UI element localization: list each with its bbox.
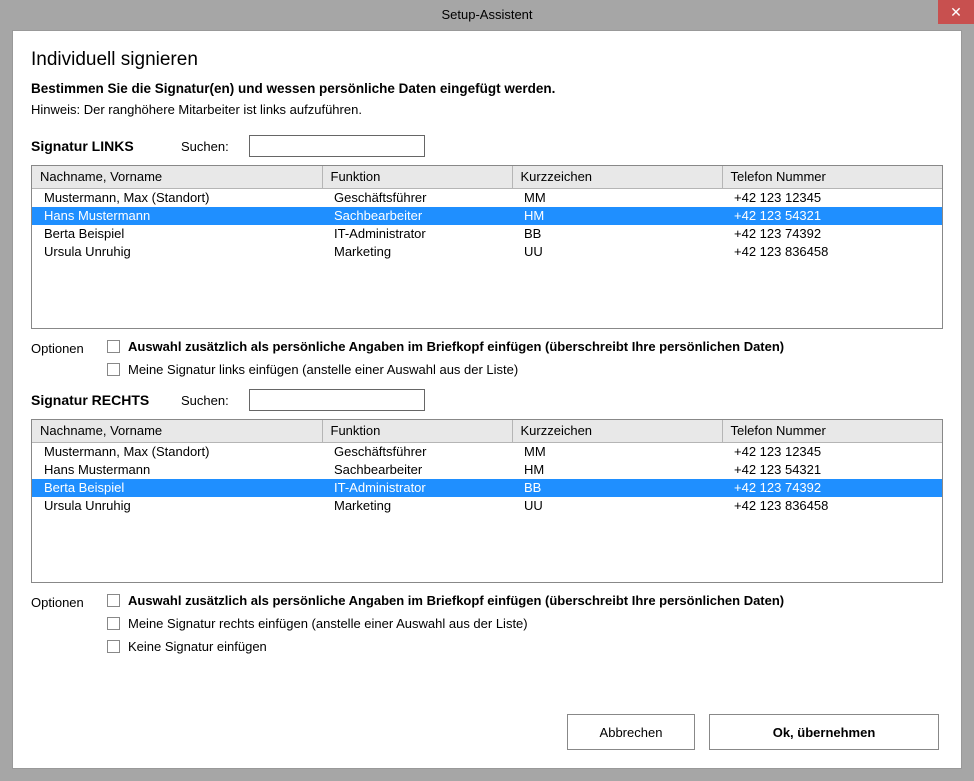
table-cell-name: Mustermann, Max (Standort) bbox=[32, 188, 322, 207]
dialog-panel: Individuell signieren Bestimmen Sie die … bbox=[12, 30, 962, 769]
section-header-left: Signatur LINKS Suchen: bbox=[31, 135, 943, 157]
table-cell-func: IT-Administrator bbox=[322, 479, 512, 497]
table-cell-func: Geschäftsführer bbox=[322, 442, 512, 461]
option-checkbox[interactable] bbox=[107, 340, 120, 353]
search-label-right: Suchen: bbox=[181, 393, 229, 408]
table-cell-name: Berta Beispiel bbox=[32, 225, 322, 243]
table-cell-name: Berta Beispiel bbox=[32, 479, 322, 497]
table-cell-kurz: HM bbox=[512, 207, 722, 225]
option-row[interactable]: Meine Signatur rechts einfügen (anstelle… bbox=[107, 616, 784, 631]
col-header-name[interactable]: Nachname, Vorname bbox=[32, 166, 322, 188]
table-row[interactable]: Hans MustermannSachbearbeiterHM+42 123 5… bbox=[32, 461, 942, 479]
table-cell-name: Mustermann, Max (Standort) bbox=[32, 442, 322, 461]
table-cell-tel: +42 123 836458 bbox=[722, 497, 942, 515]
table-cell-tel: +42 123 54321 bbox=[722, 461, 942, 479]
table-row[interactable]: Mustermann, Max (Standort)Geschäftsführe… bbox=[32, 442, 942, 461]
table-cell-kurz: HM bbox=[512, 461, 722, 479]
options-list-left: Auswahl zusätzlich als persönliche Angab… bbox=[107, 339, 784, 377]
ok-button[interactable]: Ok, übernehmen bbox=[709, 714, 939, 750]
search-input-left[interactable] bbox=[249, 135, 425, 157]
table-cell-func: IT-Administrator bbox=[322, 225, 512, 243]
titlebar: Setup-Assistent ✕ bbox=[0, 0, 974, 28]
col-header-kurz[interactable]: Kurzzeichen bbox=[512, 166, 722, 188]
option-row[interactable]: Auswahl zusätzlich als persönliche Angab… bbox=[107, 339, 784, 354]
table-row[interactable]: Hans MustermannSachbearbeiterHM+42 123 5… bbox=[32, 207, 942, 225]
table-cell-kurz: UU bbox=[512, 243, 722, 261]
options-block-left: Optionen Auswahl zusätzlich als persönli… bbox=[31, 339, 943, 377]
table-cell-kurz: MM bbox=[512, 442, 722, 461]
table-cell-tel: +42 123 54321 bbox=[722, 207, 942, 225]
options-list-right: Auswahl zusätzlich als persönliche Angab… bbox=[107, 593, 784, 654]
option-label: Keine Signatur einfügen bbox=[128, 639, 267, 654]
section-title-left: Signatur LINKS bbox=[31, 138, 161, 154]
table-cell-name: Hans Mustermann bbox=[32, 207, 322, 225]
table-left: Nachname, Vorname Funktion Kurzzeichen T… bbox=[32, 166, 942, 261]
table-cell-kurz: BB bbox=[512, 479, 722, 497]
table-row[interactable]: Ursula UnruhigMarketingUU+42 123 836458 bbox=[32, 497, 942, 515]
table-row[interactable]: Ursula UnruhigMarketingUU+42 123 836458 bbox=[32, 243, 942, 261]
table-cell-name: Hans Mustermann bbox=[32, 461, 322, 479]
option-checkbox[interactable] bbox=[107, 594, 120, 607]
option-checkbox[interactable] bbox=[107, 363, 120, 376]
col-header-name[interactable]: Nachname, Vorname bbox=[32, 420, 322, 442]
table-cell-tel: +42 123 74392 bbox=[722, 225, 942, 243]
options-label-left: Optionen bbox=[31, 339, 91, 377]
table-cell-kurz: UU bbox=[512, 497, 722, 515]
page-title: Individuell signieren bbox=[31, 49, 943, 71]
table-right: Nachname, Vorname Funktion Kurzzeichen T… bbox=[32, 420, 942, 515]
table-cell-func: Marketing bbox=[322, 497, 512, 515]
col-header-tel[interactable]: Telefon Nummer bbox=[722, 166, 942, 188]
table-cell-tel: +42 123 12345 bbox=[722, 442, 942, 461]
button-row: Abbrechen Ok, übernehmen bbox=[567, 714, 939, 750]
table-header-row: Nachname, Vorname Funktion Kurzzeichen T… bbox=[32, 166, 942, 188]
option-row[interactable]: Meine Signatur links einfügen (anstelle … bbox=[107, 362, 784, 377]
table-cell-tel: +42 123 836458 bbox=[722, 243, 942, 261]
search-label-left: Suchen: bbox=[181, 139, 229, 154]
option-checkbox[interactable] bbox=[107, 640, 120, 653]
table-left-container: Nachname, Vorname Funktion Kurzzeichen T… bbox=[31, 165, 943, 329]
option-label: Meine Signatur rechts einfügen (anstelle… bbox=[128, 616, 528, 631]
option-label: Meine Signatur links einfügen (anstelle … bbox=[128, 362, 518, 377]
col-header-tel[interactable]: Telefon Nummer bbox=[722, 420, 942, 442]
page-hint: Hinweis: Der ranghöhere Mitarbeiter ist … bbox=[31, 102, 943, 117]
close-button[interactable]: ✕ bbox=[938, 0, 974, 24]
table-right-container: Nachname, Vorname Funktion Kurzzeichen T… bbox=[31, 419, 943, 583]
table-row[interactable]: Berta BeispielIT-AdministratorBB+42 123 … bbox=[32, 225, 942, 243]
option-row[interactable]: Keine Signatur einfügen bbox=[107, 639, 784, 654]
cancel-button[interactable]: Abbrechen bbox=[567, 714, 695, 750]
section-title-right: Signatur RECHTS bbox=[31, 392, 161, 408]
table-cell-name: Ursula Unruhig bbox=[32, 243, 322, 261]
col-header-kurz[interactable]: Kurzzeichen bbox=[512, 420, 722, 442]
table-cell-kurz: MM bbox=[512, 188, 722, 207]
table-row[interactable]: Berta BeispielIT-AdministratorBB+42 123 … bbox=[32, 479, 942, 497]
option-label: Auswahl zusätzlich als persönliche Angab… bbox=[128, 593, 784, 608]
option-checkbox[interactable] bbox=[107, 617, 120, 630]
search-input-right[interactable] bbox=[249, 389, 425, 411]
col-header-func[interactable]: Funktion bbox=[322, 420, 512, 442]
table-cell-name: Ursula Unruhig bbox=[32, 497, 322, 515]
table-cell-kurz: BB bbox=[512, 225, 722, 243]
table-cell-func: Sachbearbeiter bbox=[322, 461, 512, 479]
window-title: Setup-Assistent bbox=[0, 7, 974, 22]
section-header-right: Signatur RECHTS Suchen: bbox=[31, 389, 943, 411]
table-row[interactable]: Mustermann, Max (Standort)Geschäftsführe… bbox=[32, 188, 942, 207]
options-label-right: Optionen bbox=[31, 593, 91, 654]
table-cell-tel: +42 123 12345 bbox=[722, 188, 942, 207]
table-cell-func: Marketing bbox=[322, 243, 512, 261]
options-block-right: Optionen Auswahl zusätzlich als persönli… bbox=[31, 593, 943, 654]
table-cell-func: Geschäftsführer bbox=[322, 188, 512, 207]
page-subtitle: Bestimmen Sie die Signatur(en) und wesse… bbox=[31, 81, 943, 96]
table-cell-func: Sachbearbeiter bbox=[322, 207, 512, 225]
option-row[interactable]: Auswahl zusätzlich als persönliche Angab… bbox=[107, 593, 784, 608]
table-header-row: Nachname, Vorname Funktion Kurzzeichen T… bbox=[32, 420, 942, 442]
option-label: Auswahl zusätzlich als persönliche Angab… bbox=[128, 339, 784, 354]
table-cell-tel: +42 123 74392 bbox=[722, 479, 942, 497]
col-header-func[interactable]: Funktion bbox=[322, 166, 512, 188]
close-icon: ✕ bbox=[950, 4, 962, 21]
